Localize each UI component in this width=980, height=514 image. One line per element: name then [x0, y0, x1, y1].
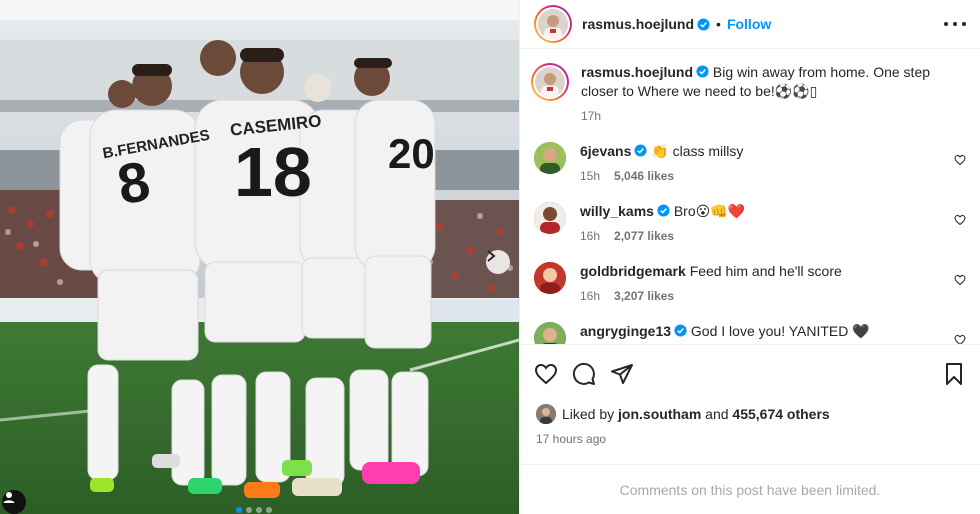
verified-badge-icon	[674, 324, 687, 337]
commenter-username[interactable]: willy_kams	[580, 203, 654, 219]
liked-by-others[interactable]: 455,674 others	[732, 406, 829, 422]
tagged-users-button[interactable]	[2, 490, 26, 514]
carousel-indicator	[236, 507, 272, 513]
commenter-username[interactable]: angryginge13	[580, 323, 671, 339]
profile-photo	[534, 142, 566, 174]
share-paper-plane-icon[interactable]	[610, 362, 634, 386]
verified-badge-icon	[634, 144, 647, 157]
profile-photo	[534, 322, 566, 344]
profile-photo	[534, 202, 566, 234]
like-comment-heart-icon[interactable]	[954, 214, 966, 226]
comments-limited-notice: Comments on this post have been limited.	[520, 464, 980, 514]
commenter-username[interactable]: goldbridgemark	[580, 263, 686, 279]
comment-likes[interactable]: 3,207 likes	[614, 289, 674, 303]
comment-bubble-icon[interactable]	[572, 362, 596, 386]
save-bookmark-icon[interactable]	[942, 362, 966, 386]
chevron-right-icon	[487, 250, 496, 262]
liked-by-user[interactable]: jon.southam	[618, 406, 701, 422]
comment-item: goldbridgemark Feed him and he'll score …	[534, 262, 966, 303]
commenter-avatar[interactable]	[534, 262, 566, 294]
comment-text: Bro😮👊❤️	[673, 203, 746, 219]
more-dot	[962, 22, 966, 26]
post-header: rasmus.hoejlund • Follow	[520, 0, 980, 49]
user-icon	[3, 492, 15, 503]
profile-photo	[535, 67, 565, 97]
commenter-avatar[interactable]	[534, 322, 566, 344]
author-username[interactable]: rasmus.hoejlund	[582, 16, 694, 32]
more-options-button[interactable]	[944, 14, 966, 34]
verified-badge-icon	[697, 17, 710, 31]
comment-time[interactable]: 16h	[580, 229, 600, 243]
caption-time[interactable]: 17h	[581, 109, 601, 123]
caption-avatar[interactable]	[535, 67, 565, 97]
liker-avatar[interactable]	[536, 404, 556, 424]
post-timestamp[interactable]: 17 hours ago	[520, 426, 980, 450]
comments-list[interactable]: rasmus.hoejlund Big win away from home. …	[520, 49, 980, 344]
liked-by-prefix: Liked by	[562, 406, 615, 422]
post-caption: rasmus.hoejlund Big win away from home. …	[531, 63, 966, 123]
liked-by-joiner: and	[705, 406, 729, 422]
comment-likes[interactable]: 5,046 likes	[614, 169, 674, 183]
comment-time[interactable]: 15h	[580, 169, 600, 183]
comment-item: angryginge13 God I love you! YANITED 🖤	[534, 322, 966, 344]
commenter-avatar[interactable]	[534, 202, 566, 234]
author-avatar-ring[interactable]	[534, 5, 572, 43]
separator-dot: •	[716, 16, 721, 32]
commenter-avatar[interactable]	[534, 142, 566, 174]
comment-item: willy_kams Bro😮👊❤️ 16h 2,077 likes	[534, 202, 966, 243]
comment-time[interactable]: 16h	[580, 289, 600, 303]
team-celebration-photo	[0, 0, 519, 514]
jersey-number-18: 18	[234, 133, 312, 211]
like-comment-heart-icon[interactable]	[954, 274, 966, 286]
profile-photo	[538, 9, 568, 39]
follow-button[interactable]: Follow	[727, 16, 771, 32]
likes-summary: Liked by jon.southam and 455,674 others	[520, 402, 980, 426]
post-media[interactable]: B.FERNANDES 8 CASEMIRO 18 20	[0, 0, 519, 514]
more-dot	[953, 22, 957, 26]
comment-text: Feed him and he'll score	[689, 263, 842, 279]
post-action-bar	[520, 344, 980, 402]
commenter-username[interactable]: 6jevans	[580, 143, 631, 159]
post-dialog: B.FERNANDES 8 CASEMIRO 18 20 rasmus.hoej…	[0, 0, 980, 514]
profile-photo	[536, 404, 556, 424]
jersey-number-20: 20	[388, 130, 435, 177]
caption-avatar-ring[interactable]	[531, 63, 569, 101]
profile-photo	[534, 262, 566, 294]
carousel-dot	[256, 507, 262, 513]
verified-badge-icon	[696, 65, 709, 78]
post-sidebar: rasmus.hoejlund • Follow rasmus.hoejlund…	[519, 0, 980, 514]
comment-text: God I love you! YANITED 🖤	[690, 323, 870, 339]
more-dot	[944, 22, 948, 26]
comment-likes[interactable]: 2,077 likes	[614, 229, 674, 243]
caption-username[interactable]: rasmus.hoejlund	[581, 64, 693, 80]
like-comment-heart-icon[interactable]	[954, 154, 966, 166]
carousel-dot	[236, 507, 242, 513]
carousel-dot	[246, 507, 252, 513]
carousel-dot	[266, 507, 272, 513]
verified-badge-icon	[657, 204, 670, 217]
comment-item: 6jevans 👏 class millsy 15h 5,046 likes	[534, 142, 966, 183]
author-avatar[interactable]	[538, 9, 568, 39]
like-comment-heart-icon[interactable]	[954, 334, 966, 344]
next-image-button[interactable]	[486, 250, 510, 274]
like-heart-icon[interactable]	[534, 362, 558, 386]
comment-text: 👏 class millsy	[651, 143, 744, 159]
